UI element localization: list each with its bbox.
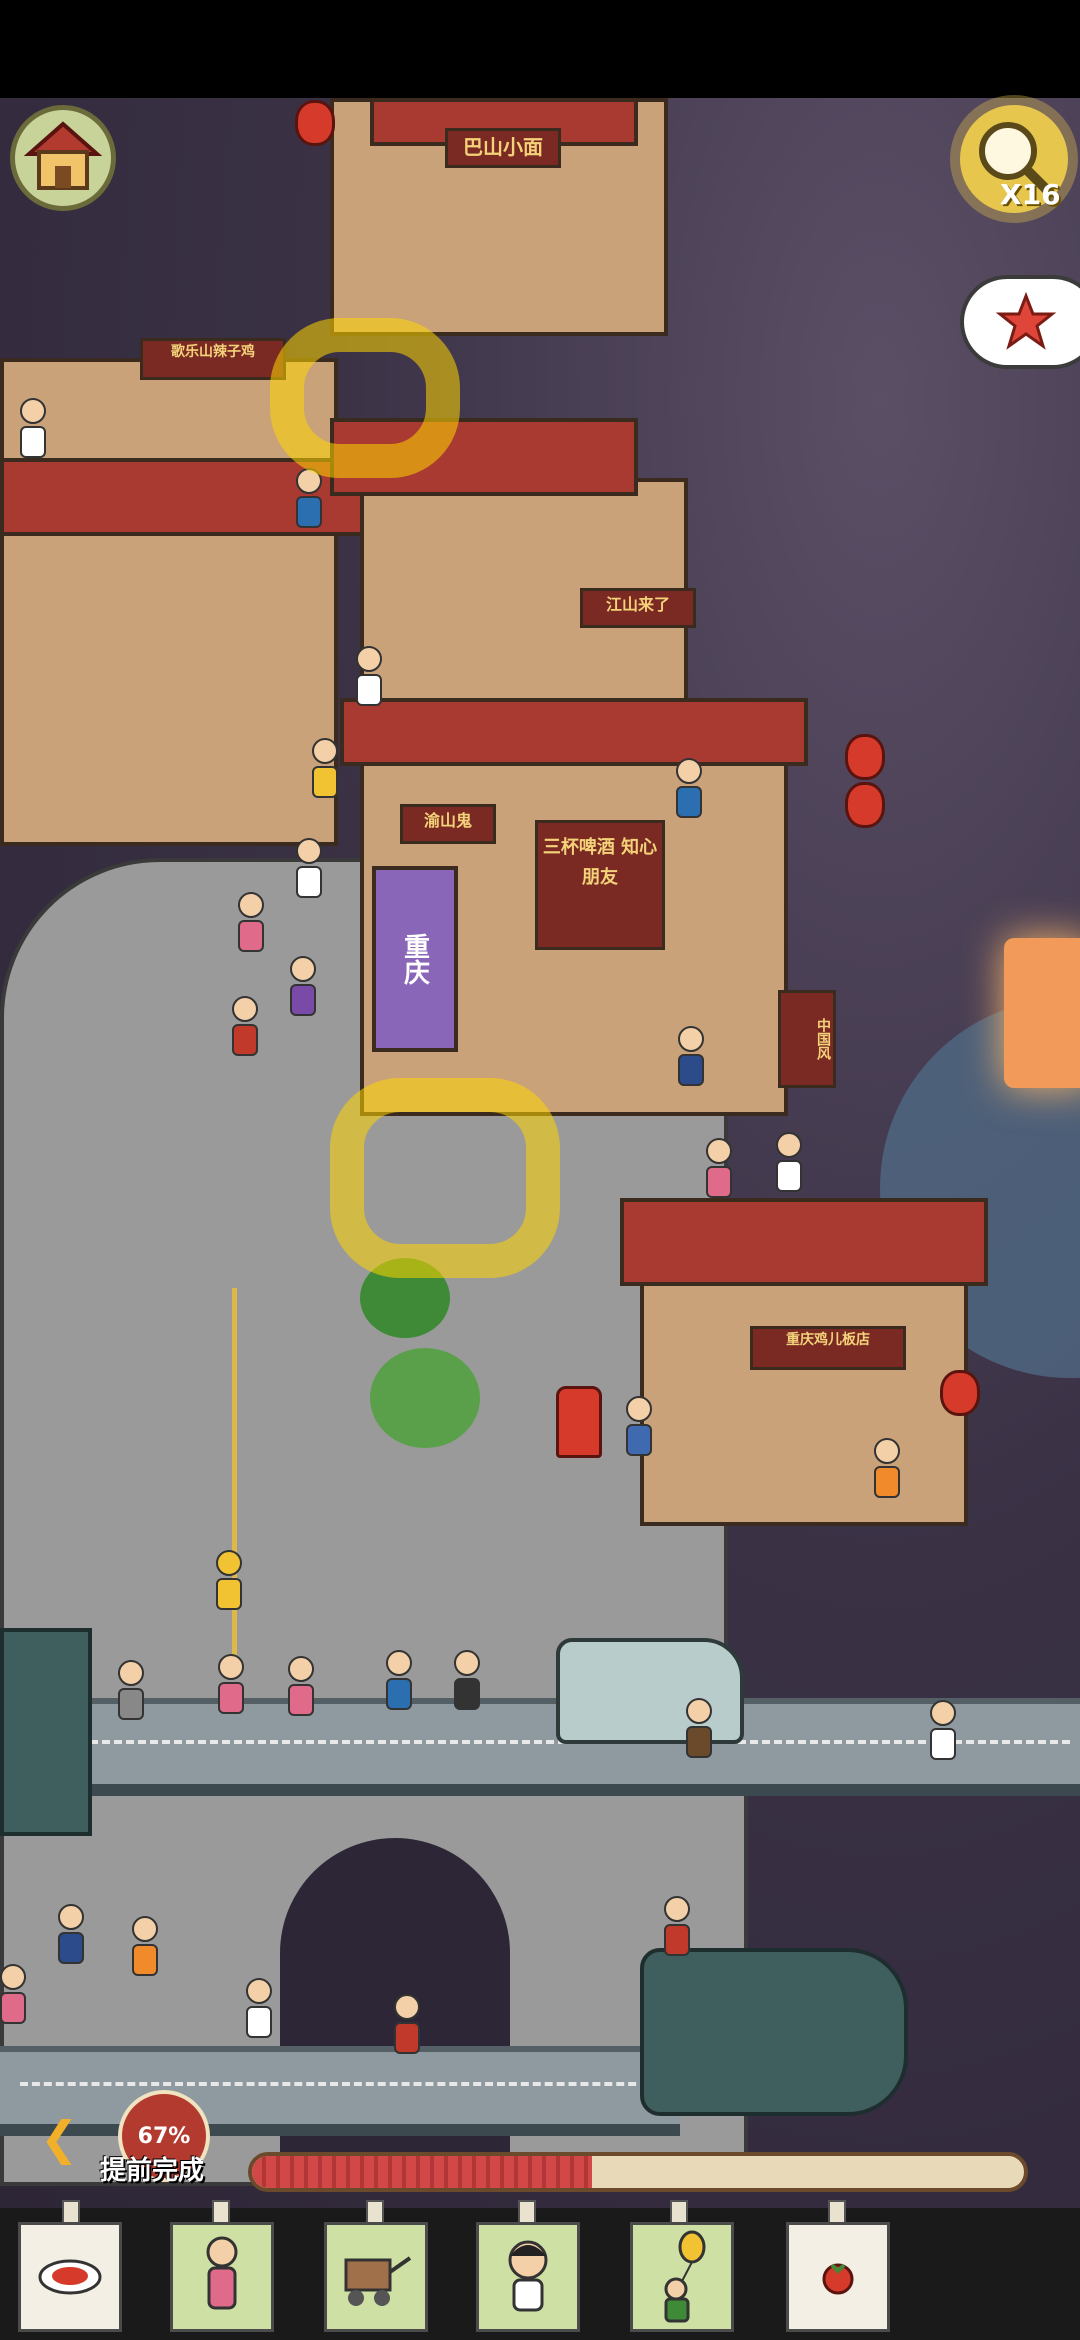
tunnel-block[interactable]	[640, 1948, 908, 2116]
road-lane-line	[30, 1740, 1070, 1744]
cart-icon	[344, 2256, 412, 2306]
item-card-cart[interactable]	[324, 2222, 428, 2332]
lantern[interactable]	[295, 100, 335, 146]
boy-icon	[508, 2240, 548, 2312]
character[interactable]	[686, 1698, 712, 1758]
sign-chongqing[interactable]: 重庆	[372, 866, 458, 1052]
character[interactable]	[296, 468, 322, 528]
girl-icon	[206, 2236, 238, 2310]
hint-circle	[270, 318, 460, 478]
character[interactable]	[312, 738, 338, 798]
lantern[interactable]	[845, 782, 885, 828]
character[interactable]	[238, 892, 264, 952]
sky-lantern[interactable]	[1004, 938, 1080, 1088]
hint-circle	[330, 1078, 560, 1278]
character[interactable]	[776, 1132, 802, 1192]
character[interactable]	[232, 996, 258, 1056]
bridge-road-upper[interactable]	[0, 1698, 1080, 1796]
character[interactable]	[296, 838, 322, 898]
character[interactable]	[118, 1660, 144, 1720]
item-card-nurse-girl[interactable]	[170, 2222, 274, 2332]
back-button[interactable]: ❮	[40, 2112, 84, 2164]
character[interactable]	[930, 1700, 956, 1760]
sign-yushan[interactable]: 渝山鬼	[400, 804, 496, 844]
star-icon	[996, 292, 1056, 350]
progress-fill	[252, 2156, 592, 2188]
item-card-kid[interactable]	[476, 2222, 580, 2332]
chevron-left-icon: ❮	[40, 2111, 79, 2165]
character[interactable]	[626, 1396, 652, 1456]
climbing-rope[interactable]	[232, 1288, 237, 1668]
progress-percent: 67%	[137, 2123, 191, 2149]
item-card-plate[interactable]	[18, 2222, 122, 2332]
sign-middle-left[interactable]: 江山来了	[580, 588, 696, 628]
character[interactable]	[0, 1964, 26, 2024]
character[interactable]	[678, 1026, 704, 1086]
magnifier-count: X16	[1000, 178, 1061, 211]
character[interactable]	[386, 1650, 412, 1710]
sign-left-house[interactable]: 歌乐山辣子鸡	[140, 338, 286, 380]
sign-bottom-house[interactable]: 重庆鸡儿板店	[750, 1326, 906, 1370]
van[interactable]	[556, 1638, 744, 1744]
character[interactable]	[874, 1438, 900, 1498]
character[interactable]	[216, 1550, 242, 1610]
character[interactable]	[132, 1916, 158, 1976]
house-icon	[23, 121, 103, 190]
tunnel-block-left[interactable]	[0, 1628, 92, 1836]
bridge-road-lower[interactable]	[0, 2046, 680, 2136]
character[interactable]	[356, 646, 382, 706]
character[interactable]	[58, 1904, 84, 1964]
sign-top-house[interactable]: 巴山小面	[445, 128, 561, 168]
item-card-tomato[interactable]	[786, 2222, 890, 2332]
sign-beer[interactable]: 三杯啤酒 知心朋友	[535, 820, 665, 950]
bottom-right-house-roof	[620, 1198, 988, 1286]
character[interactable]	[246, 1978, 272, 2038]
plate-icon	[38, 2259, 102, 2295]
sign-right-vertical[interactable]: 中国风	[778, 990, 836, 1088]
beer-house-roof	[340, 698, 808, 766]
character[interactable]	[394, 1994, 420, 2054]
lantern[interactable]	[940, 1370, 980, 1416]
fire-hydrant[interactable]	[556, 1386, 602, 1458]
tomato-icon	[822, 2263, 854, 2295]
character[interactable]	[218, 1654, 244, 1714]
character[interactable]	[20, 398, 46, 458]
home-button[interactable]	[10, 105, 116, 211]
lantern[interactable]	[845, 734, 885, 780]
character[interactable]	[454, 1650, 480, 1710]
early-finish-button[interactable]: 提前完成	[100, 2150, 204, 2187]
item-card-balloon-kid[interactable]	[630, 2222, 734, 2332]
game-scene[interactable]: 巴山小面 歌乐山辣子鸡 江山来了 渝山鬼 三杯啤酒 知心朋友 重庆 中国风 重庆…	[0, 98, 1080, 2208]
character[interactable]	[706, 1138, 732, 1198]
star-button[interactable]	[960, 275, 1080, 369]
road-lane-line	[20, 2082, 660, 2086]
character[interactable]	[288, 1656, 314, 1716]
balloon-icon	[664, 2230, 706, 2323]
progress-bar	[248, 2152, 1028, 2192]
character[interactable]	[664, 1896, 690, 1956]
character[interactable]	[290, 956, 316, 1016]
character[interactable]	[676, 758, 702, 818]
tree[interactable]	[370, 1348, 480, 1448]
sign-chongqing-label: 重庆	[399, 933, 430, 985]
